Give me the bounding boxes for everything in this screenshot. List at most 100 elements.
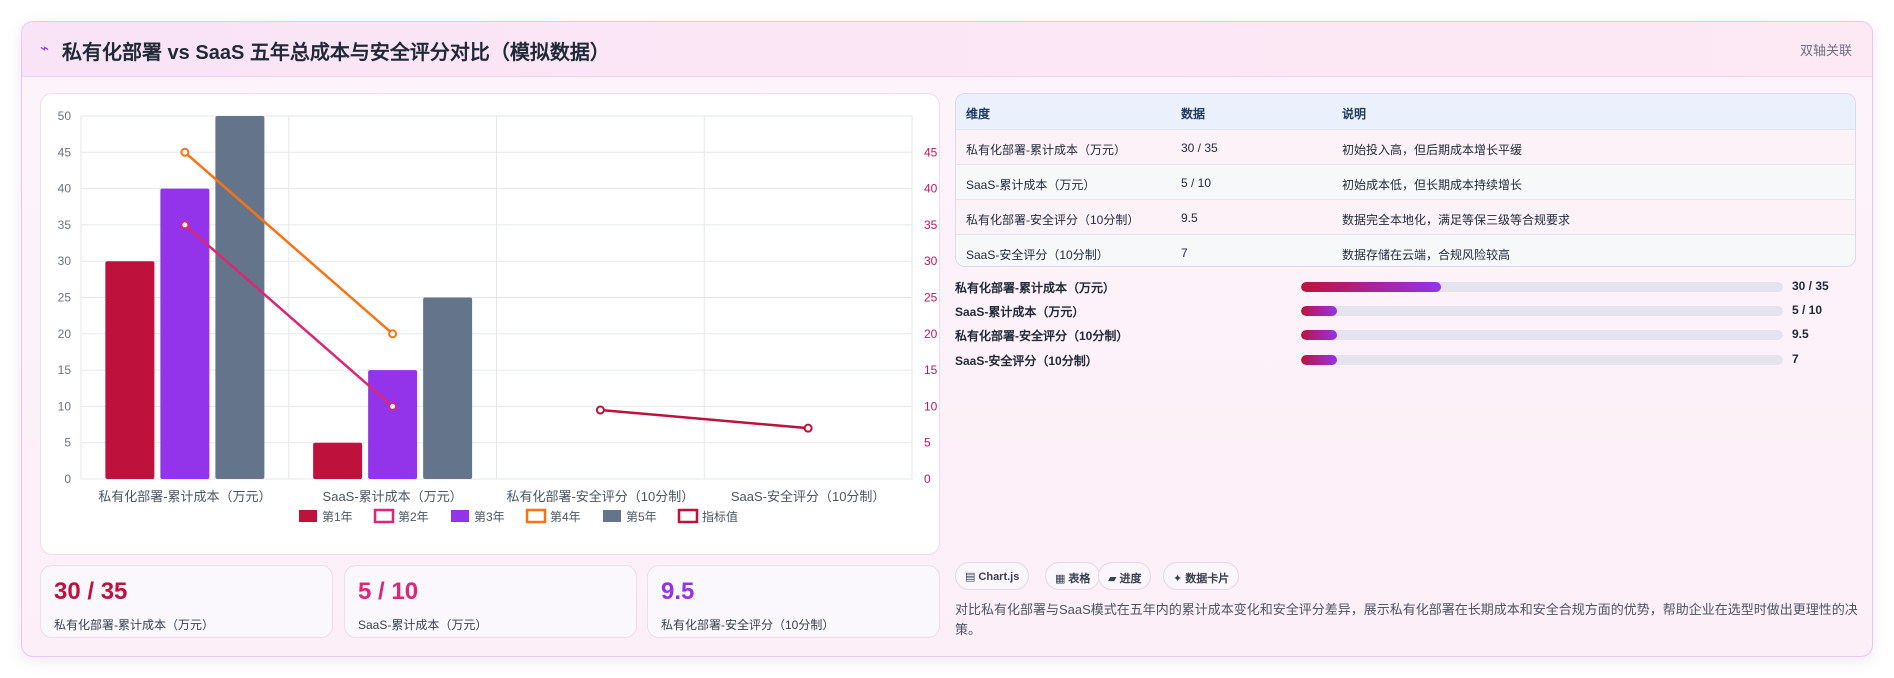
table-cell-note: 初始投入高，但后期成本增长平缓 xyxy=(1342,143,1523,157)
y-tick-label: 35 xyxy=(58,218,72,232)
y-tick-label: 40 xyxy=(58,182,72,196)
y-tick-label: 5 xyxy=(64,436,71,450)
progress-row: SaaS-安全评分（10分制） 7 xyxy=(955,350,1856,370)
stat-card: 9.5 私有化部署-安全评分（10分制） xyxy=(647,565,940,638)
y2-tick-label: 45 xyxy=(924,145,938,159)
table-cell-note: 数据存储在云端，合规风险较高 xyxy=(1342,248,1511,262)
card-header: ⌁ 私有化部署 vs SaaS 五年总成本与安全评分对比（模拟数据） 双轴关联 xyxy=(22,22,1872,77)
stat-value: 5 / 10 xyxy=(358,578,419,605)
table-row: SaaS-安全评分（10分制） 7 数据存储在云端，合规风险较高 xyxy=(956,234,1855,266)
y-tick-label: 10 xyxy=(58,399,72,413)
table-row: 私有化部署-累计成本（万元） 30 / 35 初始投入高，但后期成本增长平缓 xyxy=(956,129,1855,164)
progress-track xyxy=(1301,330,1783,340)
bar xyxy=(313,442,363,479)
legend-label: 第1年 xyxy=(322,510,353,524)
bar xyxy=(423,297,473,479)
bar xyxy=(160,188,210,479)
table-row: 私有化部署-安全评分（10分制） 9.5 数据完全本地化，满足等保三级等合规要求 xyxy=(956,199,1855,234)
chip-label: 表格 xyxy=(1068,573,1091,585)
line-point xyxy=(388,401,398,411)
chip-data-card[interactable]: ✦ 数据卡片 xyxy=(1163,562,1240,590)
y2-tick-label: 40 xyxy=(924,182,938,196)
progress-value: 7 xyxy=(1792,352,1799,366)
legend-swatch xyxy=(603,510,621,522)
x-tick-label: 私有化部署-累计成本（万元） xyxy=(98,489,271,504)
line-point xyxy=(180,220,190,230)
table-header-row: 维度 数据 说明 xyxy=(956,94,1855,129)
y2-tick-label: 0 xyxy=(924,472,931,486)
line-point xyxy=(180,147,190,157)
progress-track xyxy=(1301,282,1783,292)
y-tick-label: 30 xyxy=(58,254,72,268)
table-icon: ▦ xyxy=(1055,572,1066,585)
legend-label: 第5年 xyxy=(626,510,657,524)
legend-swatch xyxy=(677,508,699,524)
progress-label: SaaS-安全评分（10分制） xyxy=(955,354,1098,368)
x-tick-label: SaaS-安全评分（10分制） xyxy=(731,489,886,504)
stat-label: 私有化部署-安全评分（10分制） xyxy=(661,618,835,632)
y-tick-label: 25 xyxy=(58,291,72,305)
legend-label: 第2年 xyxy=(398,510,429,524)
chip-label: 数据卡片 xyxy=(1185,573,1230,585)
y2-tick-label: 15 xyxy=(924,363,938,377)
progress-label: SaaS-累计成本（万元） xyxy=(955,305,1085,319)
legend-swatch xyxy=(373,508,395,524)
progress-fill xyxy=(1301,355,1338,365)
chart-description: 对比私有化部署与SaaS模式在五年内的累计成本变化和安全评分差异，展示私有化部署… xyxy=(955,602,1858,637)
y2-tick-label: 5 xyxy=(924,436,931,450)
progress-track xyxy=(1301,355,1783,365)
chip-table[interactable]: ▦ 表格 xyxy=(1045,562,1101,590)
dual-axis-link[interactable]: 双轴关联 xyxy=(1800,40,1852,59)
bar xyxy=(105,261,155,479)
table-cell-data: 5 / 10 xyxy=(1181,176,1212,190)
table-cell-note: 初始成本低，但长期成本持续增长 xyxy=(1342,178,1523,192)
legend-label: 第4年 xyxy=(550,510,581,524)
y2-tick-label: 25 xyxy=(924,291,938,305)
line-point xyxy=(595,405,605,415)
table-cell-dimension: 私有化部署-累计成本（万元） xyxy=(966,143,1126,157)
chip-chartjs[interactable]: ▤ Chart.js xyxy=(955,562,1030,590)
stat-label: 私有化部署-累计成本（万元） xyxy=(54,618,214,632)
table-cell-note: 数据完全本地化，满足等保三级等合规要求 xyxy=(1342,213,1571,227)
progress-value: 9.5 xyxy=(1792,327,1809,341)
chart-panel: 0 5 10 15 20 25 30 35 40 45 50 0 5 10 15 20 25 30 35 40 45 私有… xyxy=(40,93,940,555)
chip-progress[interactable]: ▰ 进度 xyxy=(1098,562,1152,590)
progress-row: SaaS-累计成本（万元） 5 / 10 xyxy=(955,301,1856,321)
table-cell-data: 9.5 xyxy=(1181,211,1198,225)
stat-card: 30 / 35 私有化部署-累计成本（万元） xyxy=(40,565,333,638)
y2-tick-label: 35 xyxy=(924,218,938,232)
progress-icon: ▰ xyxy=(1108,572,1117,585)
table-cell-dimension: SaaS-安全评分（10分制） xyxy=(966,248,1109,262)
progress-label: 私有化部署-累计成本（万元） xyxy=(955,281,1115,295)
legend-swatch xyxy=(525,508,547,524)
stat-value: 30 / 35 xyxy=(54,578,128,605)
chip-label: Chart.js xyxy=(978,571,1020,583)
y-tick-label: 0 xyxy=(64,472,71,486)
bar xyxy=(368,370,418,479)
y-tick-label: 15 xyxy=(58,363,72,377)
progress-fill xyxy=(1301,330,1338,340)
bar-chart-icon: ▤ xyxy=(965,570,976,583)
page-title: 私有化部署 vs SaaS 五年总成本与安全评分对比（模拟数据） xyxy=(62,42,610,64)
y-tick-label: 20 xyxy=(58,327,72,341)
table-header-data: 数据 xyxy=(1181,107,1206,121)
chip-label: 进度 xyxy=(1119,573,1142,585)
progress-value: 30 / 35 xyxy=(1792,279,1829,293)
y2-tick-label: 30 xyxy=(924,254,938,268)
table-row: SaaS-累计成本（万元） 5 / 10 初始成本低，但长期成本持续增长 xyxy=(956,164,1855,199)
sparkle-icon: ✦ xyxy=(1173,572,1183,585)
y-tick-label: 45 xyxy=(58,145,72,159)
progress-fill xyxy=(1301,306,1338,316)
legend-label: 指标值 xyxy=(702,509,738,524)
x-tick-label: 私有化部署-安全评分（10分制） xyxy=(506,489,694,504)
x-tick-label: SaaS-累计成本（万元） xyxy=(323,489,463,504)
data-table: 维度 数据 说明 私有化部署-累计成本（万元） 30 / 35 初始投入高，但后… xyxy=(955,93,1856,267)
stat-value: 9.5 xyxy=(661,578,695,605)
table-cell-data: 30 / 35 xyxy=(1181,141,1218,155)
line-point xyxy=(803,423,813,433)
table-header-note: 说明 xyxy=(1342,107,1367,121)
bar xyxy=(215,116,265,479)
progress-row: 私有化部署-累计成本（万元） 30 / 35 xyxy=(955,277,1856,297)
table-cell-dimension: 私有化部署-安全评分（10分制） xyxy=(966,213,1140,227)
chart-line-icon: ⌁ xyxy=(40,39,50,57)
